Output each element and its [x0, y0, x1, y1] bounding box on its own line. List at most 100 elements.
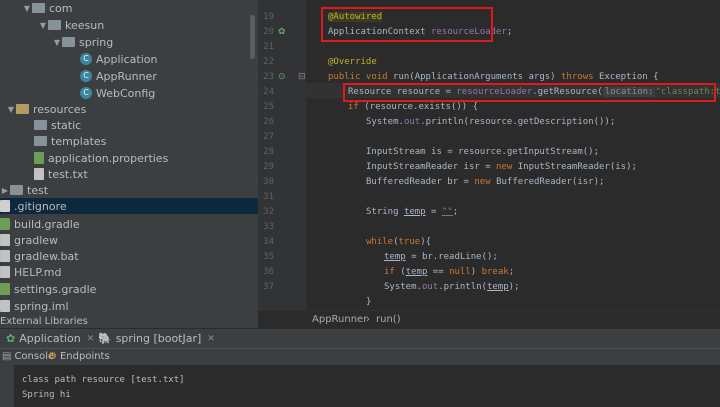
tree-item-apprunner[interactable]: C AppRunner: [0, 68, 258, 84]
breadcrumb: AppRunner › run(): [258, 310, 720, 329]
tree-item-static[interactable]: static: [0, 117, 258, 133]
tree-item-keesun[interactable]: ▼ keesun: [0, 17, 258, 33]
console-line: class path resource [test.txt]: [22, 375, 185, 385]
folder-icon: [10, 185, 23, 195]
spring-boot-icon: ✿: [6, 332, 16, 345]
gradle-file-icon: [0, 283, 10, 295]
tree-item-application-properties[interactable]: application.properties: [0, 150, 258, 166]
gradle-file-icon: [0, 218, 10, 230]
folder-icon: [62, 37, 75, 47]
file-icon: [0, 250, 10, 262]
line-number: 28: [263, 147, 274, 157]
tree-item-com[interactable]: ▼ com: [0, 0, 258, 16]
folder-icon: [32, 3, 45, 13]
tree-item-resources[interactable]: ▼ resources: [0, 101, 258, 117]
code-editor[interactable]: @Autowired ApplicationContext resourceLo…: [306, 0, 720, 310]
tree-item-external-libraries[interactable]: External Libraries: [0, 316, 88, 327]
highlight-box-getresource: [343, 83, 716, 102]
line-number: 31: [263, 192, 274, 202]
code-line-28: InputStream is = resource.getInputStream…: [366, 147, 599, 157]
line-number: 21: [263, 42, 274, 52]
gitignore-file-icon: [0, 200, 10, 212]
console-output[interactable]: class path resource [test.txt] Spring hi: [0, 365, 720, 407]
override-gutter-icon[interactable]: ⊙: [278, 72, 286, 82]
folder-icon: [34, 120, 47, 130]
tree-item-help-md[interactable]: HELP.md: [0, 264, 258, 280]
markdown-file-icon: [0, 266, 10, 278]
line-number: 29: [263, 162, 274, 172]
line-number: 20: [263, 27, 274, 37]
tree-item-webconfig[interactable]: C WebConfig: [0, 85, 258, 101]
tree-item-gradlew-bat[interactable]: gradlew.bat: [0, 248, 258, 264]
close-icon[interactable]: ✕: [87, 334, 95, 344]
line-number: 32: [263, 207, 274, 217]
tree-item-templates[interactable]: templates: [0, 133, 258, 149]
line-number: 30: [263, 177, 274, 187]
close-icon[interactable]: ✕: [207, 334, 215, 344]
code-line-22: @Override: [328, 57, 377, 67]
tree-item-build-gradle[interactable]: build.gradle: [0, 216, 258, 232]
tree-item-gradlew[interactable]: gradlew: [0, 232, 258, 248]
line-number: 22: [263, 57, 274, 67]
code-line-34: while(true){: [366, 237, 432, 247]
properties-file-icon: [34, 152, 44, 164]
code-line-29: InputStreamReader isr = new InputStreamR…: [366, 162, 637, 172]
line-number: 34: [263, 237, 274, 247]
code-line-35: temp = br.readLine();: [384, 252, 498, 262]
project-tree-panel: ▼ com ▼ keesun ▼ spring C Application C AppRu…: [0, 0, 258, 328]
class-icon: C: [80, 53, 92, 65]
fold-icon[interactable]: ⊟: [298, 72, 306, 82]
line-number: 37: [263, 282, 274, 292]
tree-item-application[interactable]: C Application: [0, 51, 258, 67]
class-icon: C: [80, 70, 92, 82]
text-file-icon: [34, 168, 44, 180]
console-line: Spring hi: [22, 390, 71, 400]
line-number: 26: [263, 117, 274, 127]
tab-console[interactable]: ▤ Console: [2, 351, 54, 362]
breadcrumb-method[interactable]: run(): [376, 314, 401, 325]
line-number: 23: [263, 72, 274, 82]
code-line-25: if (resource.exists()) {: [348, 102, 479, 112]
code-line-26: System.out.println(resource.getDescripti…: [366, 117, 616, 127]
breadcrumb-class[interactable]: AppRunner: [312, 314, 367, 325]
console-icon: ▤: [2, 351, 12, 362]
tab-endpoints[interactable]: ⚙ Endpoints: [48, 351, 110, 362]
line-number: 33: [263, 222, 274, 232]
gradle-icon: 🐘: [98, 332, 112, 345]
run-tool-bar: ✿ Application ✕ 🐘 spring [bootJar] ✕: [0, 328, 720, 349]
expand-arrow-icon[interactable]: ▼: [38, 21, 48, 30]
expand-arrow-icon[interactable]: ▼: [6, 105, 16, 114]
tree-item-spring[interactable]: ▼ spring: [0, 34, 258, 50]
tree-item-test[interactable]: ▶ test: [0, 182, 258, 198]
line-number: 36: [263, 267, 274, 277]
console-toolbar: [0, 365, 14, 407]
bean-gutter-icon[interactable]: ✿: [278, 27, 286, 37]
code-line-32: String temp = "";: [366, 207, 459, 217]
code-line-38: }: [366, 297, 372, 307]
tree-item-test-txt[interactable]: test.txt: [0, 166, 258, 182]
line-number: 24: [263, 87, 274, 97]
console-tab-bar: ▤ Console ⚙ Endpoints: [0, 348, 720, 366]
code-line-30: BufferedReader br = new BufferedReader(i…: [366, 177, 605, 187]
run-tab-spring-bootjar[interactable]: 🐘 spring [bootJar] ✕: [98, 332, 215, 345]
run-tab-application[interactable]: ✿ Application ✕: [6, 332, 94, 345]
folder-icon: [48, 20, 61, 30]
folder-icon: [34, 136, 47, 146]
collapse-arrow-icon[interactable]: ▶: [0, 186, 10, 195]
tree-item-gitignore[interactable]: .gitignore: [0, 198, 258, 214]
line-number: 27: [263, 132, 274, 142]
tree-item-settings-gradle[interactable]: settings.gradle: [0, 281, 258, 297]
tree-item-spring-iml[interactable]: spring.iml: [0, 298, 258, 314]
file-icon: [0, 234, 10, 246]
class-icon: C: [80, 87, 92, 99]
code-line-36: if (temp == null) break;: [384, 267, 515, 277]
line-number: 19: [263, 12, 274, 22]
expand-arrow-icon[interactable]: ▼: [22, 4, 32, 13]
line-number: 35: [263, 252, 274, 262]
expand-arrow-icon[interactable]: ▼: [52, 38, 62, 47]
resource-folder-icon: [16, 104, 29, 114]
code-line-37: System.out.println(temp);: [384, 282, 520, 292]
endpoints-icon: ⚙: [48, 351, 57, 362]
highlight-box-autowired: [321, 7, 493, 42]
iml-file-icon: [0, 300, 10, 312]
